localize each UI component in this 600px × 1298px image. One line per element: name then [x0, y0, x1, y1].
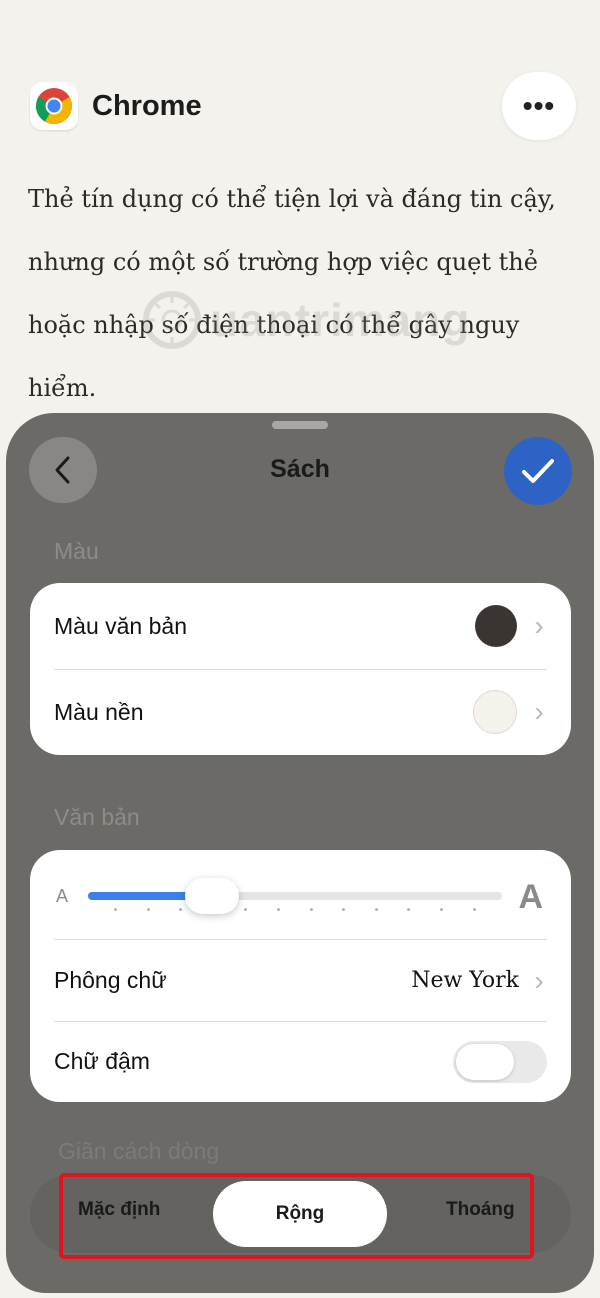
slider-thumb[interactable] [185, 878, 240, 914]
chevron-right-icon: › [534, 696, 544, 727]
colors-section-label: Màu [54, 538, 99, 564]
colors-card: Màu văn bản › Màu nền › [30, 583, 571, 755]
confirm-button[interactable] [504, 437, 572, 505]
bold-row: Chữ đậm [30, 1021, 571, 1102]
slider-tick [146, 908, 150, 911]
font-value: New York [411, 968, 519, 993]
text-color-row[interactable]: Màu văn bản › [30, 583, 571, 669]
app-header: Chrome [30, 82, 202, 130]
slider-tick [309, 908, 313, 911]
font-label: Phông chữ [54, 967, 167, 993]
highlight-annotation [59, 1173, 534, 1259]
text-size-large-label: A [518, 878, 543, 916]
text-size-small-label: A [56, 886, 69, 906]
background-color-row[interactable]: Màu nền › [30, 669, 571, 755]
watermark-sun-icon [143, 291, 201, 349]
reader-settings-sheet: Sách Màu Màu văn bản › Màu nền › Văn bản… [6, 413, 594, 1293]
slider-ticks [114, 908, 490, 912]
slider-tick [440, 908, 443, 911]
background-color-swatch [473, 690, 517, 734]
chevron-right-icon: › [534, 610, 544, 641]
slider-tick [179, 908, 183, 911]
bold-toggle[interactable] [453, 1040, 547, 1083]
line-spacing-section-label: Giãn cách dòng [58, 1138, 220, 1164]
checkmark-icon [522, 459, 554, 483]
text-size-slider-row: A A [30, 850, 571, 940]
sheet-grabber[interactable] [272, 421, 328, 429]
text-size-slider[interactable] [88, 892, 502, 900]
slider-tick [407, 908, 411, 911]
slider-tick [244, 908, 248, 911]
chrome-logo-icon [30, 82, 78, 130]
more-options-button[interactable]: ••• [502, 72, 576, 140]
slider-tick [472, 908, 476, 911]
text-color-label: Màu văn bản [54, 612, 187, 639]
slider-tick [374, 908, 378, 911]
chevron-right-icon: › [534, 964, 544, 996]
toggle-knob [456, 1043, 514, 1080]
text-card: A A Phông chữ New York › Chữ đậm [30, 850, 571, 1102]
app-name: Chrome [92, 89, 202, 122]
slider-tick [342, 908, 346, 911]
text-color-swatch [475, 605, 517, 647]
watermark-text: uantrimang [210, 294, 471, 346]
background-color-label: Màu nền [54, 698, 144, 725]
text-section-label: Văn bản [54, 804, 140, 830]
slider-tick [114, 908, 117, 911]
font-row[interactable]: Phông chữ New York › [30, 940, 571, 1021]
ellipsis-icon: ••• [522, 90, 556, 121]
bold-label: Chữ đậm [54, 1048, 150, 1074]
watermark: uantrimang [140, 280, 490, 360]
slider-tick [277, 908, 280, 911]
